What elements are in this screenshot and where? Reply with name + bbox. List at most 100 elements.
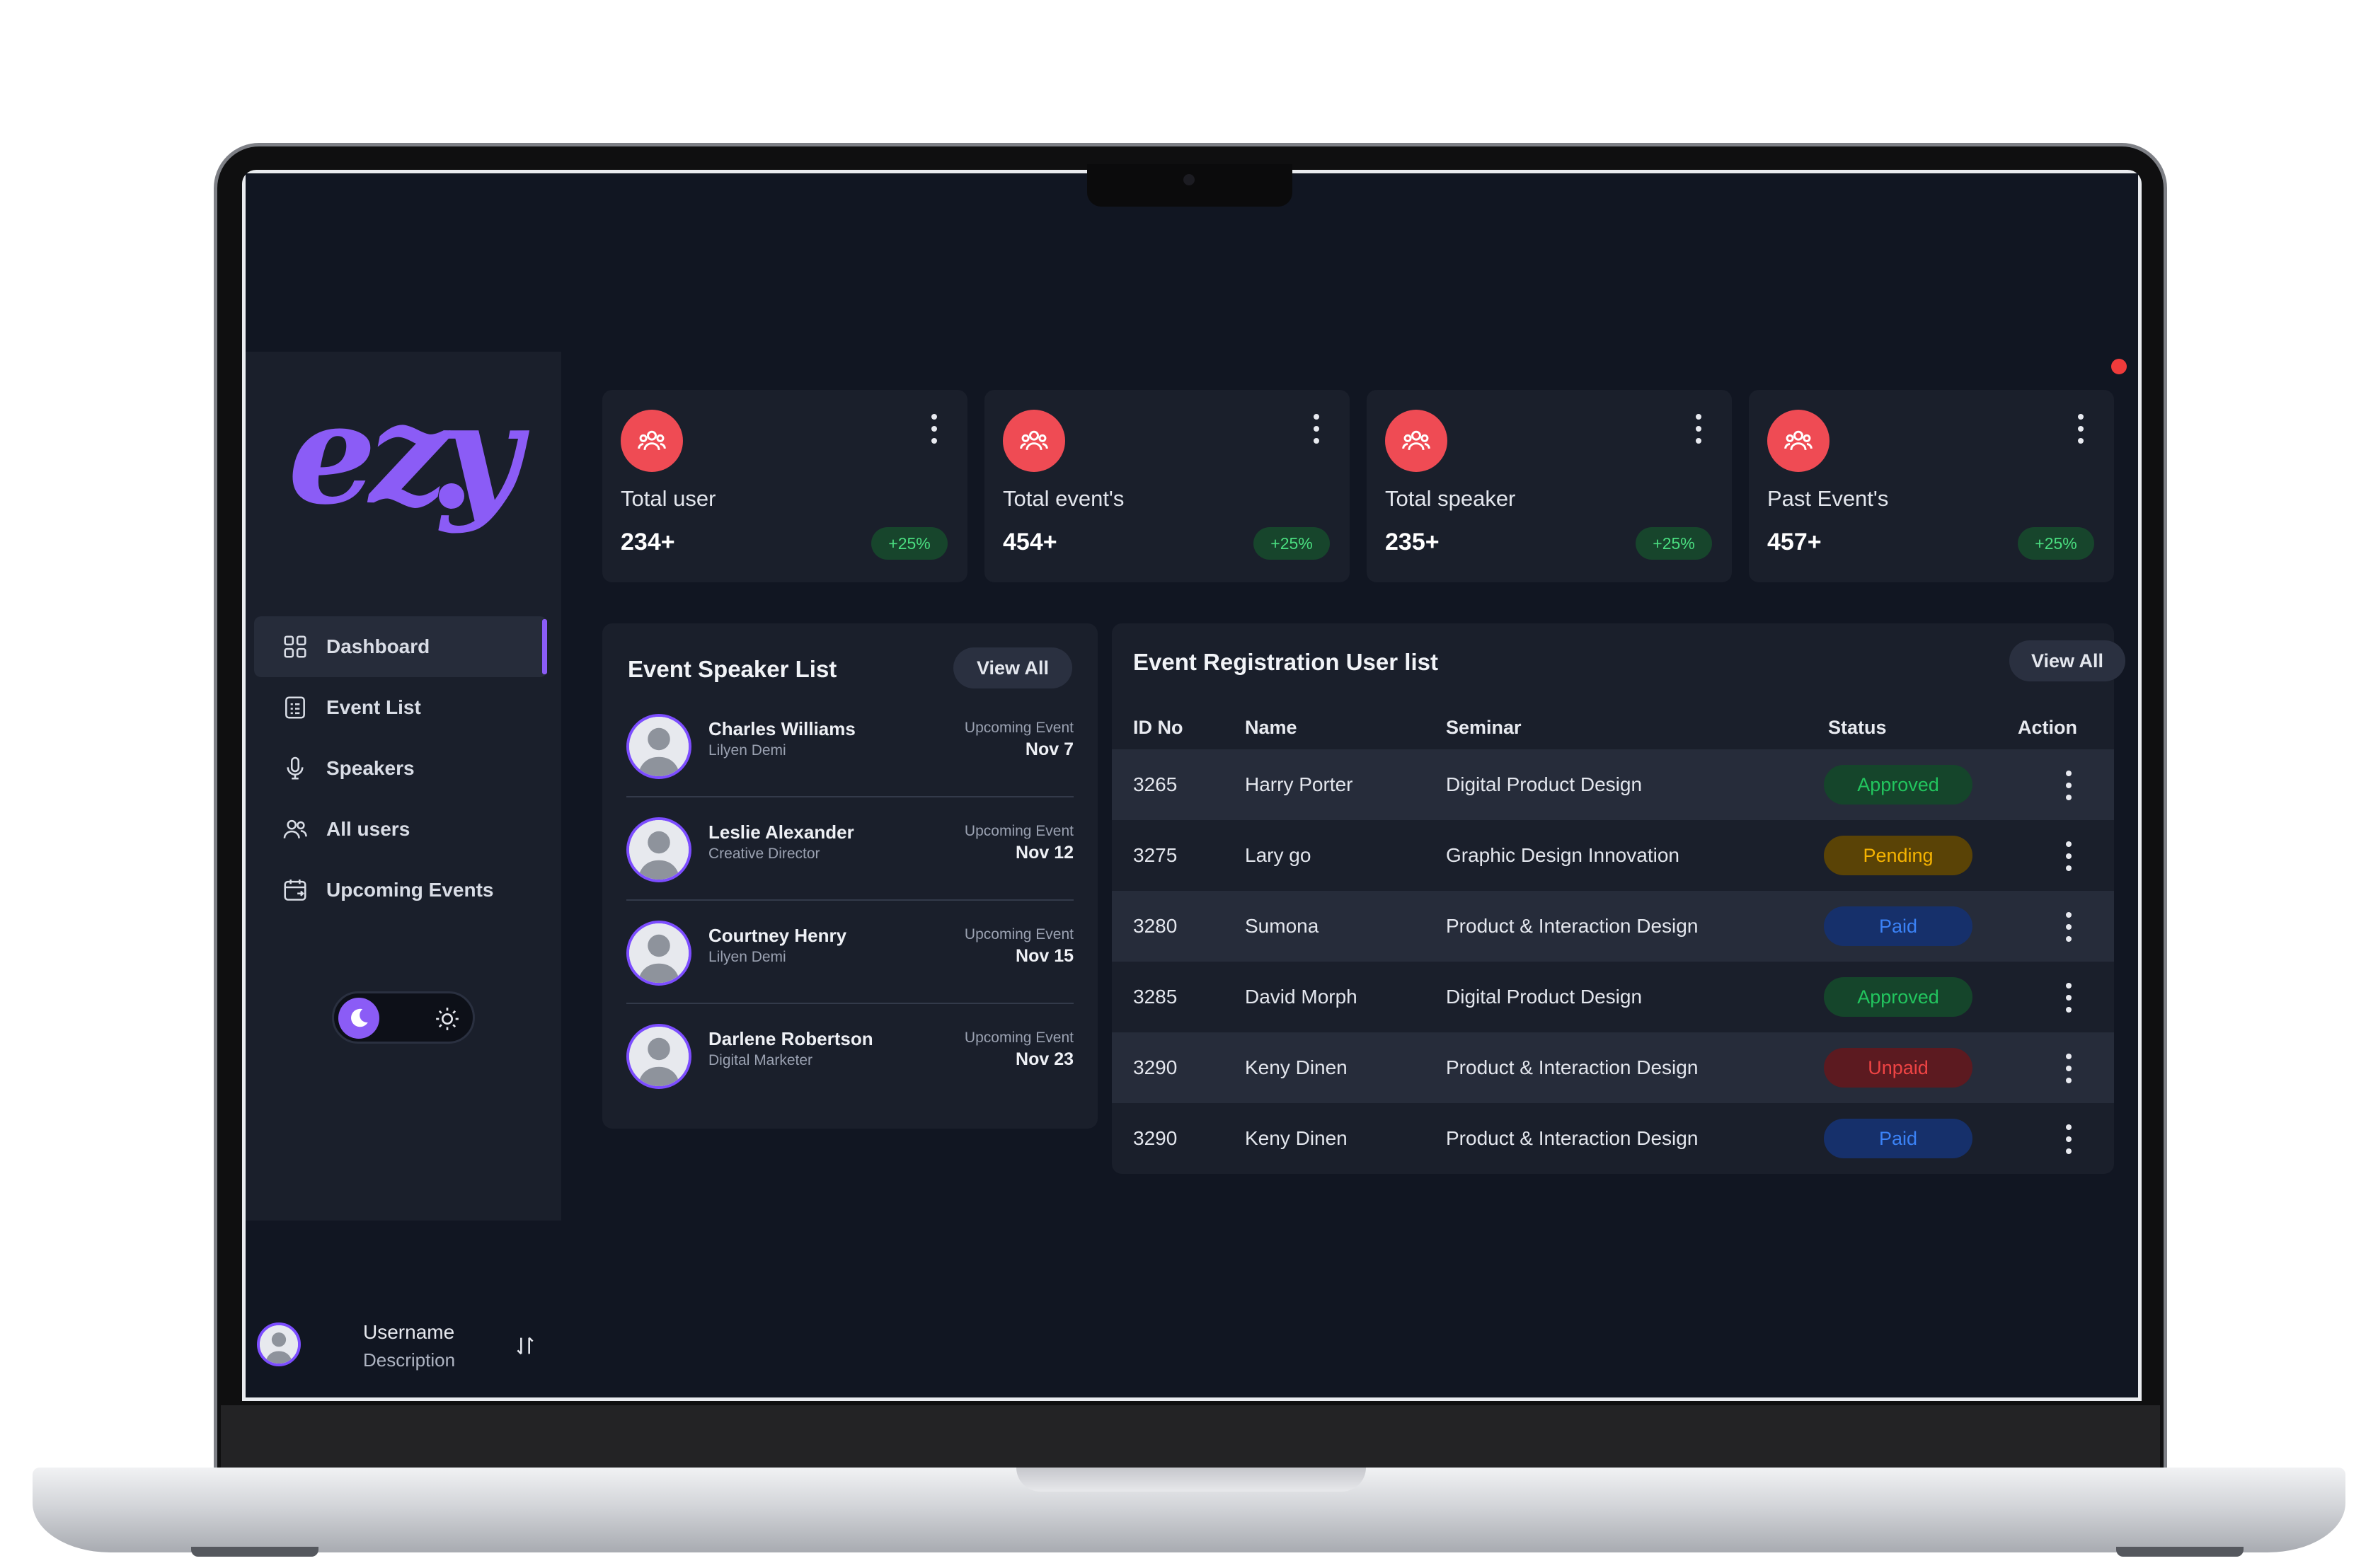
row-action-menu-icon[interactable]	[2064, 983, 2074, 1013]
current-user[interactable]: Username Description	[257, 1313, 550, 1376]
theme-toggle[interactable]	[332, 991, 475, 1044]
users-icon	[621, 410, 683, 472]
cell-id: 3275	[1133, 844, 1178, 866]
view-all-registrations-button[interactable]: View All	[2009, 640, 2125, 681]
dashboard-app: ezy Dashboard Event List Speakers All us…	[246, 173, 2138, 1397]
speaker-role: Creative Director	[708, 846, 820, 862]
cell-name: Keny Dinen	[1245, 1056, 1348, 1078]
speaker-role: Digital Marketer	[708, 1052, 813, 1068]
list-item[interactable]: Courtney Henry Lilyen Demi Upcoming Even…	[626, 901, 1074, 1004]
cell-seminar: Product & Interaction Design	[1446, 1056, 1699, 1078]
users-icon	[1003, 410, 1065, 472]
sidebar-item-label: Upcoming Events	[326, 879, 494, 901]
cell-name: Keny Dinen	[1245, 1127, 1348, 1149]
sidebar-item-label: All users	[326, 818, 410, 840]
sidebar-item-label: Event List	[326, 696, 421, 718]
view-all-speakers-button[interactable]: View All	[953, 647, 1072, 688]
more-options-icon[interactable]	[2076, 414, 2086, 444]
event-date: Nov 23	[1016, 1049, 1074, 1069]
list-item[interactable]: Leslie Alexander Creative Director Upcom…	[626, 797, 1074, 901]
avatar	[626, 714, 691, 779]
users-icon	[281, 815, 309, 843]
cell-id: 3290	[1133, 1056, 1178, 1078]
stat-value: 457+	[1767, 529, 1822, 555]
table-header: ID No Name Seminar Status Action	[1112, 707, 2114, 749]
cell-seminar: Product & Interaction Design	[1446, 915, 1699, 937]
speaker-name: Leslie Alexander	[708, 822, 854, 843]
users-icon	[1767, 410, 1830, 472]
brand-logo[interactable]: ezy	[288, 373, 522, 536]
event-date: Nov 12	[1016, 843, 1074, 863]
list-item[interactable]: Darlene Robertson Digital Marketer Upcom…	[626, 1004, 1074, 1107]
table-row[interactable]: 3275 Lary go Graphic Design Innovation P…	[1112, 820, 2114, 891]
status-badge: Approved	[1824, 977, 1972, 1017]
microphone-icon	[281, 754, 309, 783]
event-date: Nov 7	[1025, 739, 1074, 759]
sidebar-item-dashboard[interactable]: Dashboard	[254, 616, 547, 677]
row-action-menu-icon[interactable]	[2064, 1124, 2074, 1154]
event-tag: Upcoming Event	[964, 1030, 1074, 1046]
sidebar-item-event-list[interactable]: Event List	[254, 677, 547, 738]
camera-lens	[1183, 174, 1195, 185]
speaker-name: Courtney Henry	[708, 925, 847, 946]
more-options-icon[interactable]	[929, 414, 939, 444]
sidebar-nav: Dashboard Event List Speakers All users	[254, 616, 547, 921]
logo-dot	[439, 483, 464, 509]
row-action-menu-icon[interactable]	[2064, 771, 2074, 800]
sidebar-item-upcoming-events[interactable]: Upcoming Events	[254, 860, 547, 921]
table-row[interactable]: 3280 Sumona Product & Interaction Design…	[1112, 891, 2114, 962]
row-action-menu-icon[interactable]	[2064, 912, 2074, 942]
stat-change-badge: +25%	[2018, 527, 2094, 560]
laptop-foot	[2116, 1547, 2244, 1557]
stat-value: 454+	[1003, 529, 1057, 555]
sun-icon[interactable]	[433, 1005, 461, 1033]
table-row[interactable]: 3285 David Morph Digital Product Design …	[1112, 962, 2114, 1032]
avatar	[626, 1024, 691, 1089]
user-description: Description	[363, 1349, 456, 1371]
sort-arrows-icon[interactable]	[513, 1334, 537, 1358]
stat-card-total-user: Total user 234+ +25%	[602, 390, 967, 582]
column-header-action[interactable]: Action	[2018, 717, 2077, 739]
speaker-role: Lilyen Demi	[708, 949, 786, 965]
column-header-id[interactable]: ID No	[1133, 717, 1183, 739]
status-badge: Paid	[1824, 1119, 1972, 1158]
sidebar-item-label: Speakers	[326, 757, 415, 779]
moon-icon[interactable]	[338, 998, 379, 1039]
sidebar-item-speakers[interactable]: Speakers	[254, 738, 547, 799]
table-row[interactable]: 3265 Harry Porter Digital Product Design…	[1112, 749, 2114, 820]
sidebar-item-all-users[interactable]: All users	[254, 799, 547, 860]
event-registration-user-list: Event Registration User list View All ID…	[1112, 623, 2125, 1174]
row-action-menu-icon[interactable]	[2064, 841, 2074, 871]
more-options-icon[interactable]	[1311, 414, 1321, 444]
cell-seminar: Product & Interaction Design	[1446, 1127, 1699, 1149]
stat-card-past-events: Past Event's 457+ +25%	[1749, 390, 2114, 582]
status-badge: Unpaid	[1824, 1048, 1972, 1088]
event-speaker-list: Event Speaker List View All Charles Will…	[602, 623, 1098, 1129]
column-header-seminar[interactable]: Seminar	[1446, 717, 1522, 739]
list-item[interactable]: Charles Williams Lilyen Demi Upcoming Ev…	[626, 694, 1074, 797]
stat-card-total-speaker: Total speaker 235+ +25%	[1367, 390, 1732, 582]
table-row[interactable]: 3290 Keny Dinen Product & Interaction De…	[1112, 1032, 2114, 1103]
speaker-name: Darlene Robertson	[708, 1028, 873, 1049]
event-tag: Upcoming Event	[964, 720, 1074, 736]
cell-id: 3285	[1133, 986, 1178, 1008]
more-options-icon[interactable]	[1694, 414, 1704, 444]
avatar	[257, 1322, 301, 1366]
row-action-menu-icon[interactable]	[2064, 1054, 2074, 1083]
laptop-chin	[221, 1405, 2160, 1473]
table-row[interactable]: 3290 Keny Dinen Product & Interaction De…	[1112, 1103, 2114, 1174]
event-tag: Upcoming Event	[964, 823, 1074, 839]
column-header-name[interactable]: Name	[1245, 717, 1297, 739]
stat-change-badge: +25%	[1636, 527, 1712, 560]
user-name: Username	[363, 1321, 455, 1343]
speaker-name: Charles Williams	[708, 718, 856, 739]
laptop-opening-notch	[1016, 1468, 1366, 1492]
calendar-icon	[281, 876, 309, 904]
users-icon	[1385, 410, 1447, 472]
stat-label: Total event's	[1003, 486, 1125, 511]
stat-change-badge: +25%	[871, 527, 948, 560]
stat-label: Total speaker	[1385, 486, 1516, 511]
sidebar: ezy Dashboard Event List Speakers All us…	[246, 352, 561, 1371]
column-header-status[interactable]: Status	[1828, 717, 1887, 739]
laptop-foot	[191, 1547, 318, 1557]
